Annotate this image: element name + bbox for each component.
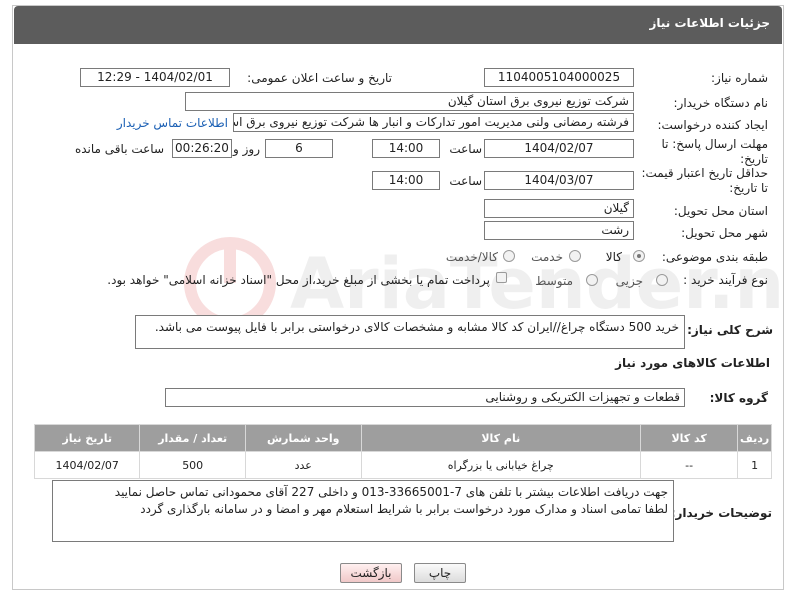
need-number-label: شماره نیاز:	[711, 71, 768, 85]
col-date: تاریخ نیاز	[33, 424, 141, 452]
need-number-field: 1104005104000025	[484, 68, 634, 87]
goods-section-title: اطلاعات کالاهای مورد نیاز	[615, 356, 770, 370]
page-title: جزئیات اطلاعات نیاز	[649, 16, 770, 30]
purchase-radio-minor[interactable]	[656, 274, 668, 286]
cell-row: 1	[737, 451, 772, 479]
col-row: ردیف	[737, 424, 772, 452]
requester-label: ایجاد کننده درخواست:	[657, 118, 768, 132]
cell-code: --	[639, 451, 739, 479]
description-text: خرید 500 دستگاه چراغ//ایران کد کالا مشاب…	[135, 315, 685, 349]
buyer-notes-line-2: لطفا تمامی اسناد و مدارک مورد درخواست بر…	[140, 502, 668, 516]
category-label: طبقه بندی موضوعی:	[661, 250, 768, 264]
reply-days-label: روز و	[233, 142, 260, 156]
delivery-province-label: استان محل تحویل:	[673, 204, 768, 218]
buyer-notes-box: جهت دریافت اطلاعات بیشتر با تلفن های 7-3…	[52, 480, 674, 542]
buyer-contact-link[interactable]: اطلاعات تماس خریدار	[117, 116, 228, 130]
cell-unit: عدد	[244, 451, 362, 479]
requester-field: فرشته رمضانی ولنی مدیریت امور تدارکات و …	[233, 113, 634, 132]
buyer-notes-label: توضیحات خریدار:	[670, 506, 772, 520]
back-button[interactable]: بازگشت	[340, 563, 402, 583]
treasury-payment-checkbox[interactable]	[496, 272, 507, 283]
description-label: شرح کلی نیاز:	[687, 323, 773, 337]
purchase-type-label: نوع فرآیند خرید :	[683, 273, 768, 287]
goods-group-field: قطعات و تجهیزات الکتریکی و روشنایی	[165, 388, 685, 407]
goods-group-label: گروه کالا:	[709, 391, 768, 405]
purchase-option-medium: متوسط	[535, 274, 573, 288]
delivery-city-label: شهر محل تحویل:	[681, 226, 768, 240]
purchase-option-minor: جزیی	[615, 274, 643, 288]
cell-date: 1404/02/07	[33, 451, 141, 479]
table-row: 1 -- چراغ خیابانی یا بزرگراه عدد 500 140…	[33, 451, 772, 479]
category-radio-goods[interactable]	[633, 250, 645, 262]
delivery-province-field: گیلان	[484, 199, 634, 218]
table-header-row: ردیف کد کالا نام کالا واحد شمارش تعداد /…	[33, 424, 772, 452]
cell-quantity: 500	[139, 451, 246, 479]
price-validity-date-field: 1404/03/07	[484, 171, 634, 190]
price-validity-label: حداقل تاریخ اعتبار قیمت: تا تاریخ:	[641, 166, 768, 195]
buyer-org-label: نام دستگاه خریدار:	[673, 96, 769, 110]
buyer-org-field: شرکت توزیع نیروی برق استان گیلان	[185, 92, 634, 111]
reply-date-field: 1404/02/07	[484, 139, 634, 158]
reply-deadline-label: مهلت ارسال پاسخ: تا تاریخ:	[661, 137, 768, 166]
buyer-notes-line-1: جهت دریافت اطلاعات بیشتر با تلفن های 7-3…	[114, 485, 668, 499]
category-option-service: خدمت	[531, 250, 563, 264]
delivery-city-field: رشت	[484, 221, 634, 240]
purchase-radio-medium[interactable]	[586, 274, 598, 286]
col-quantity: تعداد / مقدار	[139, 424, 246, 452]
category-radio-goods-service[interactable]	[503, 250, 515, 262]
reply-time-label: ساعت	[449, 142, 482, 156]
col-name: نام کالا	[360, 424, 642, 452]
price-validity-time-field: 14:00	[372, 171, 440, 190]
print-button[interactable]: چاپ	[414, 563, 466, 583]
reply-time-field: 14:00	[372, 139, 440, 158]
announce-field: 1404/02/01 - 12:29	[80, 68, 230, 87]
price-validity-time-label: ساعت	[449, 174, 482, 188]
category-option-goods: کالا	[605, 250, 622, 264]
reply-days-field: 6	[265, 139, 333, 158]
category-radio-service[interactable]	[569, 250, 581, 262]
remaining-time-label: ساعت باقی مانده	[74, 142, 164, 156]
col-code: کد کالا	[639, 424, 739, 452]
cell-name: چراغ خیابانی یا بزرگراه	[360, 451, 642, 479]
treasury-payment-note: پرداخت تمام یا بخشی از مبلغ خرید،از محل …	[107, 273, 490, 287]
announce-label: تاریخ و ساعت اعلان عمومی:	[247, 71, 392, 85]
remaining-time-field: 00:26:20	[172, 139, 232, 158]
goods-table: ردیف کد کالا نام کالا واحد شمارش تعداد /…	[33, 424, 772, 479]
category-option-goods-service: کالا/خدمت	[445, 250, 498, 264]
col-unit: واحد شمارش	[244, 424, 362, 452]
